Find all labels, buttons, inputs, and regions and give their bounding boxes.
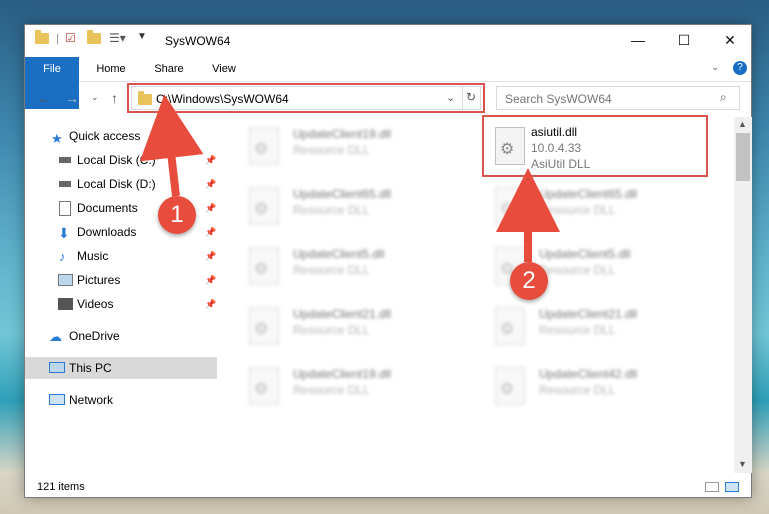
annotation-arrows <box>139 94 560 262</box>
callout-badge-2: 2 <box>510 262 548 300</box>
callout-badge-1: 1 <box>158 196 196 234</box>
arrow-to-address-bar <box>139 94 204 197</box>
